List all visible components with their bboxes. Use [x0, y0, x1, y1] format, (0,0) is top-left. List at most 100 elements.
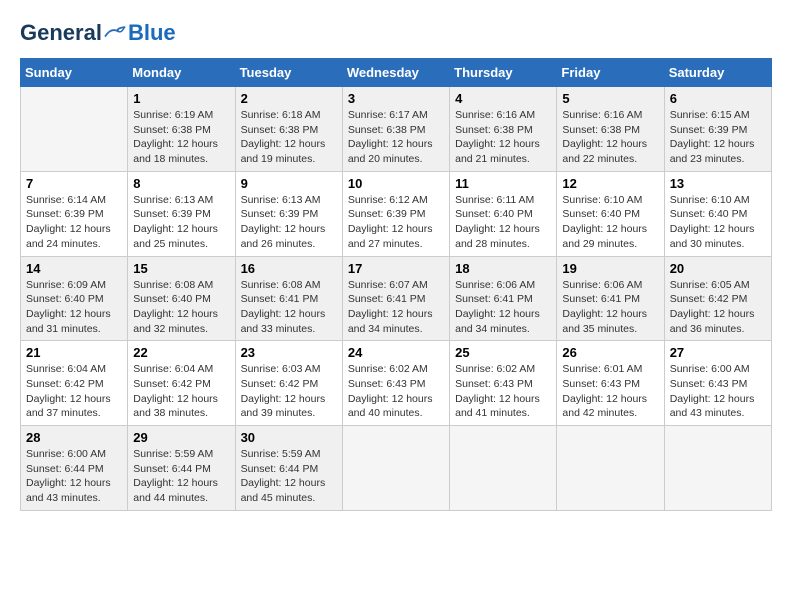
- day-number: 15: [133, 261, 229, 276]
- day-number: 10: [348, 176, 444, 191]
- calendar-day-cell: 19 Sunrise: 6:06 AMSunset: 6:41 PMDayligh…: [557, 256, 664, 341]
- calendar-day-cell: [557, 426, 664, 511]
- calendar-day-cell: 21 Sunrise: 6:04 AMSunset: 6:42 PMDayligh…: [21, 341, 128, 426]
- day-info: Sunrise: 6:00 AMSunset: 6:44 PMDaylight:…: [26, 447, 122, 506]
- calendar-day-cell: 28 Sunrise: 6:00 AMSunset: 6:44 PMDayligh…: [21, 426, 128, 511]
- calendar-day-cell: 12 Sunrise: 6:10 AMSunset: 6:40 PMDayligh…: [557, 171, 664, 256]
- calendar-day-cell: 22 Sunrise: 6:04 AMSunset: 6:42 PMDayligh…: [128, 341, 235, 426]
- day-number: 30: [241, 430, 337, 445]
- day-number: 1: [133, 91, 229, 106]
- day-number: 29: [133, 430, 229, 445]
- calendar-day-cell: [450, 426, 557, 511]
- calendar-week-row: 28 Sunrise: 6:00 AMSunset: 6:44 PMDayligh…: [21, 426, 772, 511]
- logo-bird-icon: [104, 24, 126, 42]
- day-info: Sunrise: 6:08 AMSunset: 6:41 PMDaylight:…: [241, 278, 337, 337]
- calendar-day-cell: 4 Sunrise: 6:16 AMSunset: 6:38 PMDaylight…: [450, 87, 557, 172]
- day-info: Sunrise: 6:18 AMSunset: 6:38 PMDaylight:…: [241, 108, 337, 167]
- day-info: Sunrise: 6:19 AMSunset: 6:38 PMDaylight:…: [133, 108, 229, 167]
- calendar-day-cell: 20 Sunrise: 6:05 AMSunset: 6:42 PMDayligh…: [664, 256, 771, 341]
- day-number: 5: [562, 91, 658, 106]
- day-number: 18: [455, 261, 551, 276]
- day-number: 14: [26, 261, 122, 276]
- calendar-day-cell: 7 Sunrise: 6:14 AMSunset: 6:39 PMDaylight…: [21, 171, 128, 256]
- day-info: Sunrise: 6:13 AMSunset: 6:39 PMDaylight:…: [133, 193, 229, 252]
- day-number: 27: [670, 345, 766, 360]
- day-info: Sunrise: 6:08 AMSunset: 6:40 PMDaylight:…: [133, 278, 229, 337]
- day-number: 19: [562, 261, 658, 276]
- logo-blue: Blue: [128, 20, 176, 46]
- day-number: 23: [241, 345, 337, 360]
- calendar-weekday-saturday: Saturday: [664, 59, 771, 87]
- calendar-week-row: 7 Sunrise: 6:14 AMSunset: 6:39 PMDaylight…: [21, 171, 772, 256]
- calendar-day-cell: 3Sunrise: 6:17 AMSunset: 6:38 PMDaylight…: [342, 87, 449, 172]
- calendar-day-cell: 13Sunrise: 6:10 AMSunset: 6:40 PMDayligh…: [664, 171, 771, 256]
- day-info: Sunrise: 6:01 AMSunset: 6:43 PMDaylight:…: [562, 362, 658, 421]
- day-info: Sunrise: 6:15 AMSunset: 6:39 PMDaylight:…: [670, 108, 766, 167]
- calendar-day-cell: [664, 426, 771, 511]
- calendar-day-cell: 5Sunrise: 6:16 AMSunset: 6:38 PMDaylight…: [557, 87, 664, 172]
- calendar-weekday-friday: Friday: [557, 59, 664, 87]
- day-number: 13: [670, 176, 766, 191]
- calendar-day-cell: 6 Sunrise: 6:15 AMSunset: 6:39 PMDaylight…: [664, 87, 771, 172]
- day-number: 16: [241, 261, 337, 276]
- logo-general: General: [20, 20, 102, 46]
- day-info: Sunrise: 6:00 AMSunset: 6:43 PMDaylight:…: [670, 362, 766, 421]
- day-info: Sunrise: 6:04 AMSunset: 6:42 PMDaylight:…: [133, 362, 229, 421]
- calendar-weekday-wednesday: Wednesday: [342, 59, 449, 87]
- day-info: Sunrise: 6:02 AMSunset: 6:43 PMDaylight:…: [348, 362, 444, 421]
- calendar-table: SundayMondayTuesdayWednesdayThursdayFrid…: [20, 58, 772, 511]
- calendar-weekday-sunday: Sunday: [21, 59, 128, 87]
- calendar-day-cell: 24 Sunrise: 6:02 AMSunset: 6:43 PMDayligh…: [342, 341, 449, 426]
- day-info: Sunrise: 6:09 AMSunset: 6:40 PMDaylight:…: [26, 278, 122, 337]
- calendar-day-cell: 18 Sunrise: 6:06 AMSunset: 6:41 PMDayligh…: [450, 256, 557, 341]
- day-number: 21: [26, 345, 122, 360]
- day-number: 7: [26, 176, 122, 191]
- calendar-weekday-thursday: Thursday: [450, 59, 557, 87]
- calendar-day-cell: 2Sunrise: 6:18 AMSunset: 6:38 PMDaylight…: [235, 87, 342, 172]
- calendar-day-cell: 23 Sunrise: 6:03 AMSunset: 6:42 PMDayligh…: [235, 341, 342, 426]
- calendar-header-row: SundayMondayTuesdayWednesdayThursdayFrid…: [21, 59, 772, 87]
- day-number: 4: [455, 91, 551, 106]
- calendar-day-cell: 17Sunrise: 6:07 AMSunset: 6:41 PMDayligh…: [342, 256, 449, 341]
- calendar-day-cell: 10Sunrise: 6:12 AMSunset: 6:39 PMDayligh…: [342, 171, 449, 256]
- day-number: 11: [455, 176, 551, 191]
- calendar-day-cell: 26Sunrise: 6:01 AMSunset: 6:43 PMDayligh…: [557, 341, 664, 426]
- calendar-day-cell: 8 Sunrise: 6:13 AMSunset: 6:39 PMDaylight…: [128, 171, 235, 256]
- day-number: 28: [26, 430, 122, 445]
- day-info: Sunrise: 5:59 AMSunset: 6:44 PMDaylight:…: [241, 447, 337, 506]
- calendar-week-row: 1 Sunrise: 6:19 AMSunset: 6:38 PMDaylight…: [21, 87, 772, 172]
- day-number: 22: [133, 345, 229, 360]
- day-info: Sunrise: 6:07 AMSunset: 6:41 PMDaylight:…: [348, 278, 444, 337]
- day-info: Sunrise: 6:04 AMSunset: 6:42 PMDaylight:…: [26, 362, 122, 421]
- calendar-day-cell: 15 Sunrise: 6:08 AMSunset: 6:40 PMDayligh…: [128, 256, 235, 341]
- day-number: 6: [670, 91, 766, 106]
- day-info: Sunrise: 6:03 AMSunset: 6:42 PMDaylight:…: [241, 362, 337, 421]
- calendar-day-cell: 30 Sunrise: 5:59 AMSunset: 6:44 PMDayligh…: [235, 426, 342, 511]
- calendar-day-cell: 11Sunrise: 6:11 AMSunset: 6:40 PMDayligh…: [450, 171, 557, 256]
- logo: General Blue: [20, 20, 176, 46]
- day-info: Sunrise: 6:06 AMSunset: 6:41 PMDaylight:…: [562, 278, 658, 337]
- day-number: 25: [455, 345, 551, 360]
- calendar-week-row: 14 Sunrise: 6:09 AMSunset: 6:40 PMDayligh…: [21, 256, 772, 341]
- calendar-day-cell: [21, 87, 128, 172]
- day-info: Sunrise: 6:17 AMSunset: 6:38 PMDaylight:…: [348, 108, 444, 167]
- day-info: Sunrise: 6:10 AMSunset: 6:40 PMDaylight:…: [562, 193, 658, 252]
- day-number: 20: [670, 261, 766, 276]
- day-info: Sunrise: 6:16 AMSunset: 6:38 PMDaylight:…: [455, 108, 551, 167]
- calendar-week-row: 21 Sunrise: 6:04 AMSunset: 6:42 PMDayligh…: [21, 341, 772, 426]
- day-number: 8: [133, 176, 229, 191]
- day-info: Sunrise: 6:05 AMSunset: 6:42 PMDaylight:…: [670, 278, 766, 337]
- day-number: 9: [241, 176, 337, 191]
- day-number: 12: [562, 176, 658, 191]
- day-info: Sunrise: 6:14 AMSunset: 6:39 PMDaylight:…: [26, 193, 122, 252]
- calendar-day-cell: 9Sunrise: 6:13 AMSunset: 6:39 PMDaylight…: [235, 171, 342, 256]
- day-info: Sunrise: 6:06 AMSunset: 6:41 PMDaylight:…: [455, 278, 551, 337]
- header: General Blue: [20, 20, 772, 46]
- day-number: 24: [348, 345, 444, 360]
- calendar-weekday-monday: Monday: [128, 59, 235, 87]
- day-info: Sunrise: 5:59 AMSunset: 6:44 PMDaylight:…: [133, 447, 229, 506]
- calendar-day-cell: 29 Sunrise: 5:59 AMSunset: 6:44 PMDayligh…: [128, 426, 235, 511]
- calendar-day-cell: 1 Sunrise: 6:19 AMSunset: 6:38 PMDaylight…: [128, 87, 235, 172]
- calendar-day-cell: 14 Sunrise: 6:09 AMSunset: 6:40 PMDayligh…: [21, 256, 128, 341]
- day-info: Sunrise: 6:02 AMSunset: 6:43 PMDaylight:…: [455, 362, 551, 421]
